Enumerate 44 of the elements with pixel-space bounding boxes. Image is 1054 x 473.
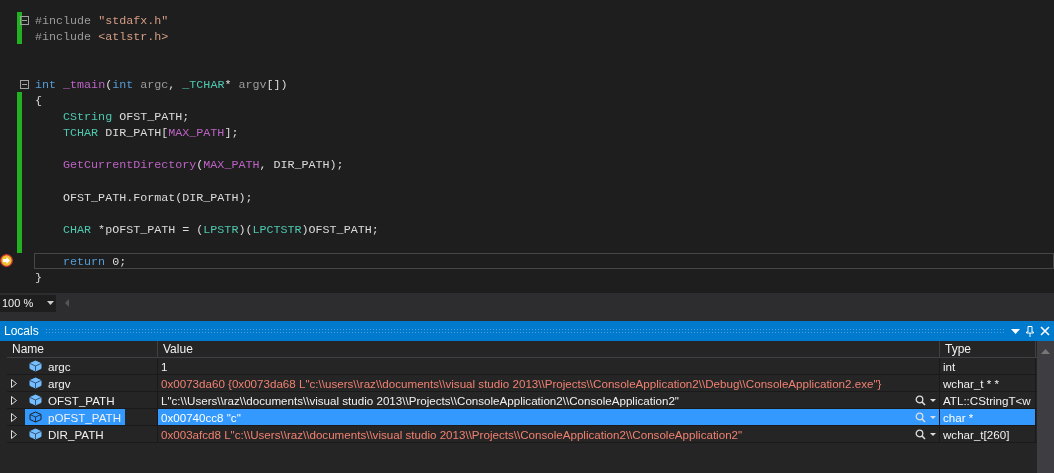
variable-name: argc [48, 359, 71, 373]
variable-icon [29, 411, 42, 423]
code-line: #include <atlstr.h> [34, 29, 170, 45]
variable-type: ATL::CStringT<w [943, 393, 1031, 407]
variable-value: L"c:\\Users\\raz\\documents\\visual studio 2013\\Projects\\ConsoleApplication2\\ConsoleApplication2" [161, 393, 680, 407]
zoom-dropdown[interactable]: 100 % [0, 294, 56, 312]
variable-name: DIR_PATH [48, 427, 104, 441]
variable-name: pOFST_PATH [48, 410, 121, 424]
variable-value: 0x003afcd8 L"c:\\Users\\raz\\documents\\visual studio 2013\\Projects\\ConsoleApplication2\\ConsoleApplication2" [161, 427, 744, 441]
variable-icon [29, 360, 42, 372]
variable-value: 1 [161, 359, 169, 373]
variable-type: char * [943, 410, 974, 424]
search-icon[interactable] [915, 428, 937, 440]
collapse-icon[interactable] [20, 80, 29, 90]
code-line: CHAR *pOFST_PATH = (LPSTR)(LPCTSTR)OFST_PATH; [62, 221, 380, 237]
pin-icon[interactable] [1026, 325, 1034, 337]
variable-name: OFST_PATH [48, 393, 115, 407]
variable-type: int [943, 359, 956, 373]
dropdown-caret-icon[interactable] [1011, 328, 1020, 334]
code-line: } [34, 269, 43, 285]
search-icon[interactable] [915, 394, 937, 406]
variable-value: 0x00740cc8 "c" [161, 410, 242, 424]
variable-icon [29, 394, 42, 406]
column-header[interactable]: Value [158, 341, 940, 357]
variable-icon [29, 428, 42, 440]
code-line: int _tmain(int argc, _TCHAR* argv[]) [34, 77, 289, 93]
collapse-icon[interactable] [20, 16, 29, 25]
code-line: #include "stdafx.h" [34, 13, 170, 29]
close-icon[interactable] [1040, 326, 1050, 336]
variable-value: 0x0073da60 {0x0073da68 L"c:\\users\\raz\\documents\\visual studio 2013\\Projects\\ConsoleApplication2\\Debug\\ConsoleApplication2.exe"} [161, 376, 883, 390]
code-line: { [34, 93, 43, 109]
column-header[interactable]: Name [7, 341, 158, 357]
current-line-highlight: return 0; [34, 252, 1054, 269]
code-line: OFST_PATH.Format(DIR_PATH); [62, 189, 254, 205]
code-line: TCHAR DIR_PATH[MAX_PATH]; [62, 125, 240, 141]
dropdown-caret-icon [47, 301, 55, 305]
variable-name: argv [48, 376, 71, 390]
code-line: CString OFST_PATH; [62, 109, 191, 125]
code-line: GetCurrentDirectory(MAX_PATH, DIR_PATH); [62, 157, 345, 173]
column-header[interactable]: Type [940, 341, 1036, 357]
panel-title: Locals [4, 324, 39, 338]
variable-type: wchar_t[260] [943, 427, 1010, 441]
variable-icon [29, 377, 42, 389]
variable-type: wchar_t * * [943, 376, 1000, 390]
